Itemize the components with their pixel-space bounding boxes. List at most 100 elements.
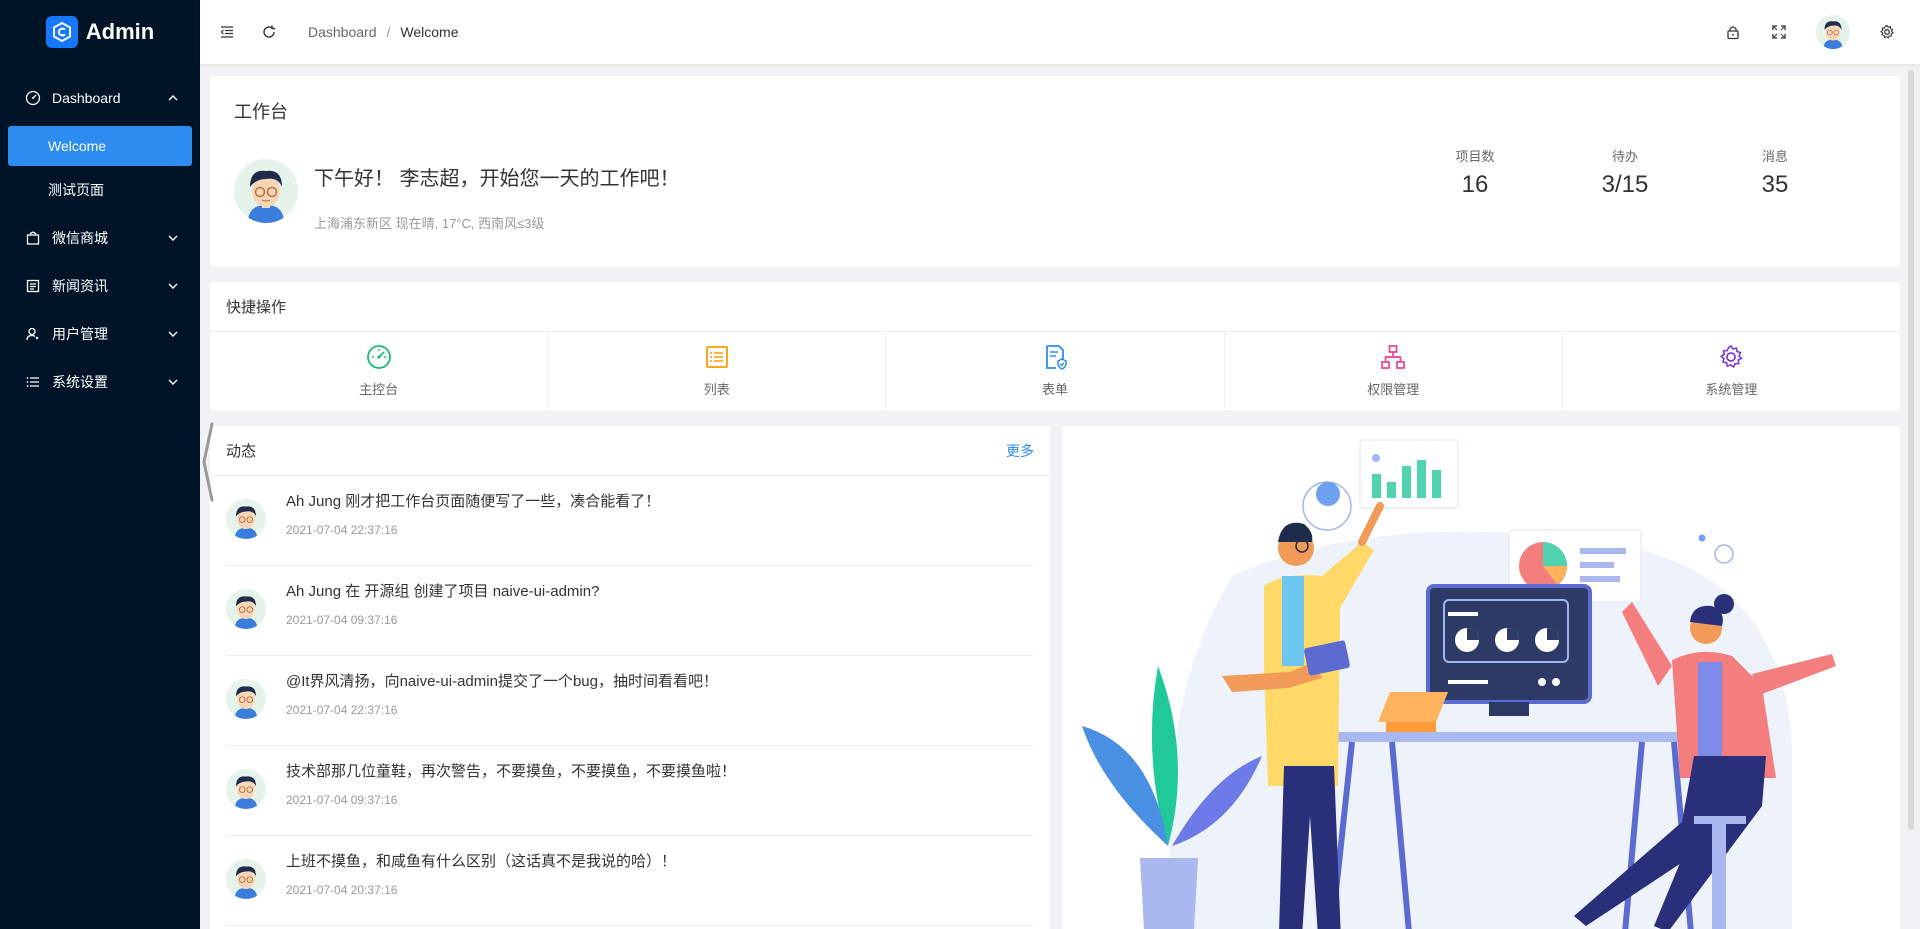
quick-actions-grid: 主控台 列表 表单 权限管理 系统管理	[210, 332, 1900, 409]
sidebar-item-dashboard[interactable]: Dashboard	[0, 74, 200, 122]
app-logo[interactable]: Admin	[0, 0, 200, 64]
stat-value: 3/15	[1601, 171, 1649, 198]
activity-text: 技术部那几位童鞋，再次警告，不要摸鱼，不要摸鱼，不要摸鱼啦！	[286, 763, 737, 780]
menu-fold-icon[interactable]	[218, 23, 236, 41]
avatar	[226, 589, 266, 629]
app-name: Admin	[85, 19, 155, 44]
org-chart-icon	[1380, 344, 1406, 373]
workbench-title: 工作台	[234, 102, 288, 122]
dashboard-icon	[24, 89, 42, 107]
stat-label: 待办	[1611, 149, 1638, 164]
avatar	[226, 499, 266, 539]
stat-value: 16	[1461, 171, 1489, 198]
quick-action-label: 列表	[703, 381, 730, 397]
list-item[interactable]: Ah Jung 在 开源组 创建了项目 naive-ui-admin? 2021…	[226, 566, 1034, 656]
list-item[interactable]: 技术部那几位童鞋，再次警告，不要摸鱼，不要摸鱼，不要摸鱼啦！ 2021-07-0…	[226, 746, 1034, 836]
avatar	[226, 859, 266, 899]
sidebar-item-label: 系统设置	[52, 374, 108, 390]
activity-title: 动态	[226, 443, 257, 460]
sidebar-item-label: Dashboard	[52, 90, 121, 106]
quick-action-list[interactable]: 列表	[548, 332, 887, 409]
user-avatar	[234, 159, 298, 223]
breadcrumb-item-welcome: Welcome	[400, 24, 459, 40]
activity-text: 上班不摸鱼，和咸鱼有什么区别（这话真不是我说的哈）！	[286, 853, 677, 870]
quick-action-label: 系统管理	[1705, 381, 1758, 397]
chevron-up-icon	[166, 91, 180, 105]
chevron-down-icon	[166, 279, 180, 293]
sidebar-item-wechat-mall[interactable]: 微信商城	[0, 214, 200, 262]
quick-action-permissions[interactable]: 权限管理	[1225, 332, 1563, 409]
sidebar-subitem-test-page[interactable]: 测试页面	[8, 170, 192, 210]
list-item[interactable]: Ah Jung 刚才把工作台页面随便写了一些，凑合能看了！ 2021-07-04…	[226, 476, 1034, 566]
workspace-illustration	[1082, 439, 1836, 929]
activity-time: 2021-07-04 20:37:16	[286, 883, 398, 897]
quick-action-label: 表单	[1042, 381, 1069, 397]
list-item[interactable]: 上班不摸鱼，和咸鱼有什么区别（这话真不是我说的哈）！ 2021-07-04 20…	[226, 836, 1034, 926]
avatar	[226, 679, 266, 719]
quick-actions-card: 快捷操作 主控台 列表 表单 权限管理 系统管理	[210, 282, 1900, 410]
user-manage-icon	[24, 325, 42, 343]
sidebar-item-label: 用户管理	[52, 326, 108, 342]
quick-actions-title: 快捷操作	[210, 282, 1900, 332]
avatar[interactable]	[1816, 15, 1850, 49]
list-item[interactable]: @It界风清扬，向naive-ui-admin提交了一个bug，抽时间看看吧！ …	[226, 656, 1034, 746]
page-scrollbar[interactable]	[1908, 70, 1914, 830]
activity-time: 2021-07-04 22:37:16	[286, 703, 398, 717]
settings-icon[interactable]	[1878, 23, 1896, 41]
quick-action-label: 主控台	[359, 381, 399, 397]
quick-action-console[interactable]: 主控台	[210, 332, 549, 409]
refresh-icon[interactable]	[260, 23, 278, 41]
stat-todo: 待办 3/15	[1550, 146, 1700, 199]
quick-action-system[interactable]: 系统管理	[1563, 332, 1900, 409]
sidebar-item-system-settings[interactable]: 系统设置	[0, 358, 200, 406]
activity-header: 动态 更多	[210, 426, 1050, 476]
activity-text: @It界风清扬，向naive-ui-admin提交了一个bug，抽时间看看吧！	[286, 673, 718, 690]
bottom-row: 动态 更多 Ah Jung 刚才把工作台页面随便写了一些，凑合能看了！ 2021…	[202, 422, 1900, 929]
list-icon	[704, 344, 730, 373]
activity-text: Ah Jung 在 开源组 创建了项目 naive-ui-admin?	[286, 583, 600, 600]
activity-time: 2021-07-04 09:37:16	[286, 613, 398, 627]
logo-icon	[45, 16, 78, 48]
activity-time: 2021-07-04 22:37:16	[286, 523, 398, 537]
stats-group: 项目数 16 待办 3/15 消息 35	[1400, 146, 1850, 199]
list-settings-icon	[24, 373, 42, 391]
weather-text: 上海浦东新区 现在晴, 17°C, 西南风≤3级	[314, 216, 545, 231]
chevron-down-icon	[166, 375, 180, 389]
main-content: 工作台 下午好！ 李志超，开始您一天的工作吧！ 上海浦东新区 现在晴, 17°C…	[200, 64, 1920, 929]
activity-list: Ah Jung 刚才把工作台页面随便写了一些，凑合能看了！ 2021-07-04…	[210, 476, 1050, 926]
fullscreen-icon[interactable]	[1770, 23, 1788, 41]
quick-action-form[interactable]: 表单	[886, 332, 1225, 409]
stat-value: 35	[1761, 171, 1789, 198]
stat-label: 项目数	[1455, 149, 1495, 164]
breadcrumb-separator: /	[386, 24, 391, 40]
stat-projects: 项目数 16	[1400, 146, 1550, 199]
chevron-down-icon	[166, 327, 180, 341]
lock-icon[interactable]	[1724, 23, 1742, 41]
sidebar-item-label: 新闻资讯	[52, 278, 108, 294]
greeting-text: 下午好！ 李志超，开始您一天的工作吧！	[314, 168, 680, 190]
chevron-down-icon	[166, 231, 180, 245]
dashboard-gauge-icon	[366, 344, 392, 373]
stat-label: 消息	[1761, 149, 1788, 164]
top-header: Dashboard / Welcome	[200, 0, 1920, 64]
header-actions	[1724, 15, 1896, 49]
shopping-bag-icon	[24, 229, 42, 247]
activity-time: 2021-07-04 09:37:16	[286, 793, 398, 807]
news-icon	[24, 277, 42, 295]
activity-more-link[interactable]: 更多	[1006, 441, 1034, 461]
quick-action-label: 权限管理	[1367, 381, 1420, 397]
sidebar-menu: Dashboard Welcome 测试页面 微信商城 新闻资讯 用户管理 系统…	[0, 74, 200, 406]
avatar	[226, 769, 266, 809]
sidebar: Admin Dashboard Welcome 测试页面 微信商城 新闻资讯 用…	[0, 0, 200, 929]
illustration-card	[1062, 426, 1900, 929]
sidebar-item-user-management[interactable]: 用户管理	[0, 310, 200, 358]
sidebar-item-news[interactable]: 新闻资讯	[0, 262, 200, 310]
chevron-left-icon[interactable]	[200, 420, 216, 507]
stat-messages: 消息 35	[1700, 146, 1850, 199]
breadcrumb: Dashboard / Welcome	[308, 24, 458, 40]
sidebar-item-label: 微信商城	[52, 230, 108, 246]
gear-icon	[1718, 344, 1744, 373]
sidebar-subitem-welcome[interactable]: Welcome	[8, 126, 192, 166]
breadcrumb-item-dashboard[interactable]: Dashboard	[308, 24, 377, 40]
workbench-card: 工作台 下午好！ 李志超，开始您一天的工作吧！ 上海浦东新区 现在晴, 17°C…	[210, 76, 1900, 266]
